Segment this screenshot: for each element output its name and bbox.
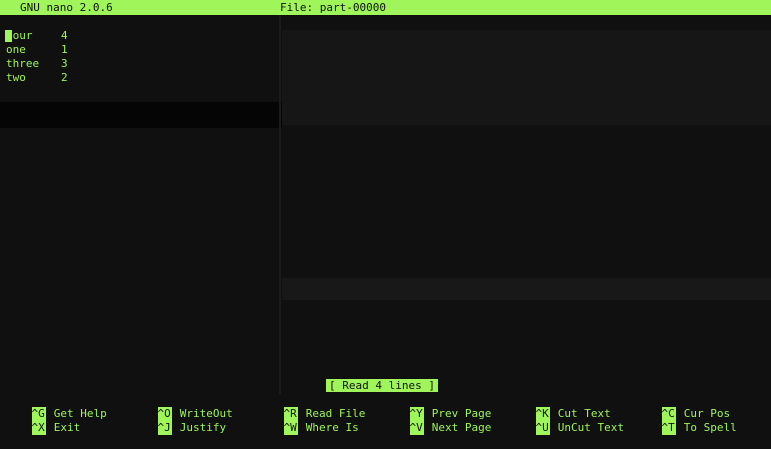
- shortcut-read-file[interactable]: ^R Read File: [257, 393, 365, 421]
- shortcut-label: Where Is: [305, 421, 359, 434]
- line-count: 4: [61, 29, 68, 42]
- shortcut-key: ^U: [535, 421, 550, 435]
- editor-buffer[interactable]: four 4 one 1 three 3 two 2: [0, 29, 300, 85]
- shortcut-exit[interactable]: ^X Exit: [5, 407, 80, 435]
- file-name: File: part-00000: [280, 1, 386, 14]
- shortcut-key: ^X: [31, 421, 46, 435]
- line-count: 3: [61, 57, 68, 70]
- background-band: [282, 278, 771, 300]
- shortcut-prev-page[interactable]: ^Y Prev Page: [383, 393, 491, 421]
- buffer-line[interactable]: four 4: [0, 29, 300, 43]
- status-message: [ Read 4 lines ]: [326, 379, 438, 392]
- shortcut-writeout[interactable]: ^O WriteOut: [131, 393, 233, 421]
- shortcut-to-spell[interactable]: ^T To Spell: [635, 407, 737, 435]
- shortcut-key: ^T: [661, 421, 676, 435]
- buffer-line[interactable]: one 1: [0, 43, 300, 57]
- background-panel: [282, 30, 771, 125]
- shortcut-where-is[interactable]: ^W Where Is: [257, 407, 359, 435]
- shortcut-label: Exit: [53, 421, 81, 434]
- line-word: three: [6, 57, 40, 70]
- shortcut-label: UnCut Text: [557, 421, 624, 434]
- shortcut-label: Justify: [179, 421, 227, 434]
- shortcut-bar: ^G Get Help ^X Exit ^O WriteOut ^J Justify ^…: [0, 393, 771, 435]
- shortcut-label: Next Page: [431, 421, 492, 434]
- buffer-line[interactable]: two 2: [0, 71, 300, 85]
- line-word: one: [6, 43, 26, 56]
- shortcut-get-help[interactable]: ^G Get Help: [5, 393, 107, 421]
- title-bar: GNU nano 2.0.6 File: part-00000: [0, 0, 771, 15]
- shortcut-label: To Spell: [683, 421, 737, 434]
- shortcut-justify[interactable]: ^J Justify: [131, 407, 226, 435]
- shortcut-cur-pos[interactable]: ^C Cur Pos: [635, 393, 730, 421]
- background-band: [0, 102, 282, 128]
- line-count: 2: [61, 71, 68, 84]
- buffer-line[interactable]: three 3: [0, 57, 300, 71]
- line-word: two: [6, 71, 26, 84]
- app-version: GNU nano 2.0.6: [20, 1, 113, 14]
- shortcut-uncut-text[interactable]: ^U UnCut Text: [509, 407, 624, 435]
- shortcut-key: ^W: [283, 421, 298, 435]
- line-count: 1: [61, 43, 68, 56]
- text-cursor: [5, 30, 12, 42]
- shortcut-key: ^J: [157, 421, 172, 435]
- shortcut-cut-text[interactable]: ^K Cut Text: [509, 393, 611, 421]
- shortcut-next-page[interactable]: ^V Next Page: [383, 407, 491, 435]
- shortcut-key: ^V: [409, 421, 424, 435]
